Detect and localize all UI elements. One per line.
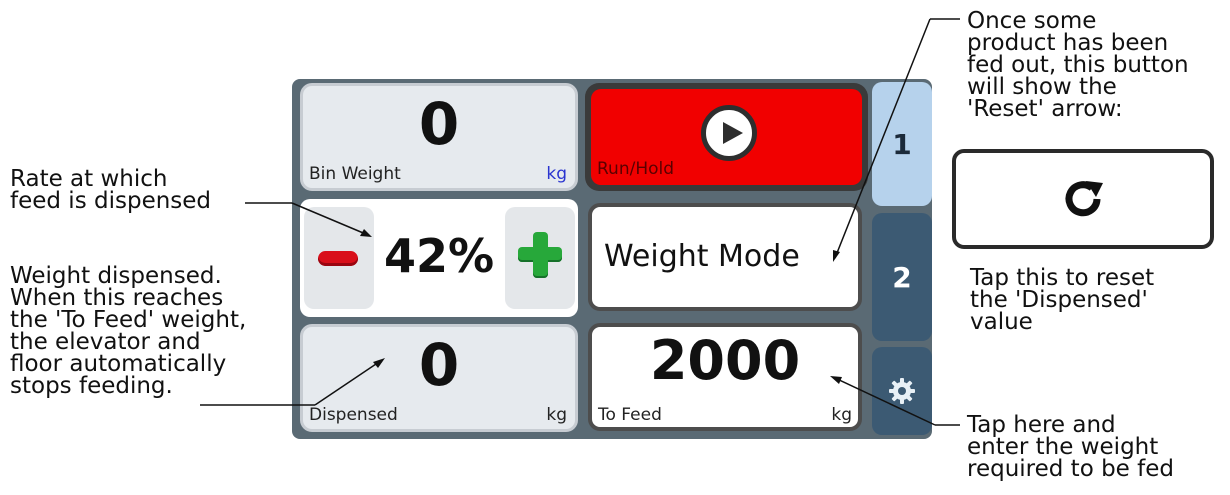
callout-lines bbox=[200, 18, 960, 426]
